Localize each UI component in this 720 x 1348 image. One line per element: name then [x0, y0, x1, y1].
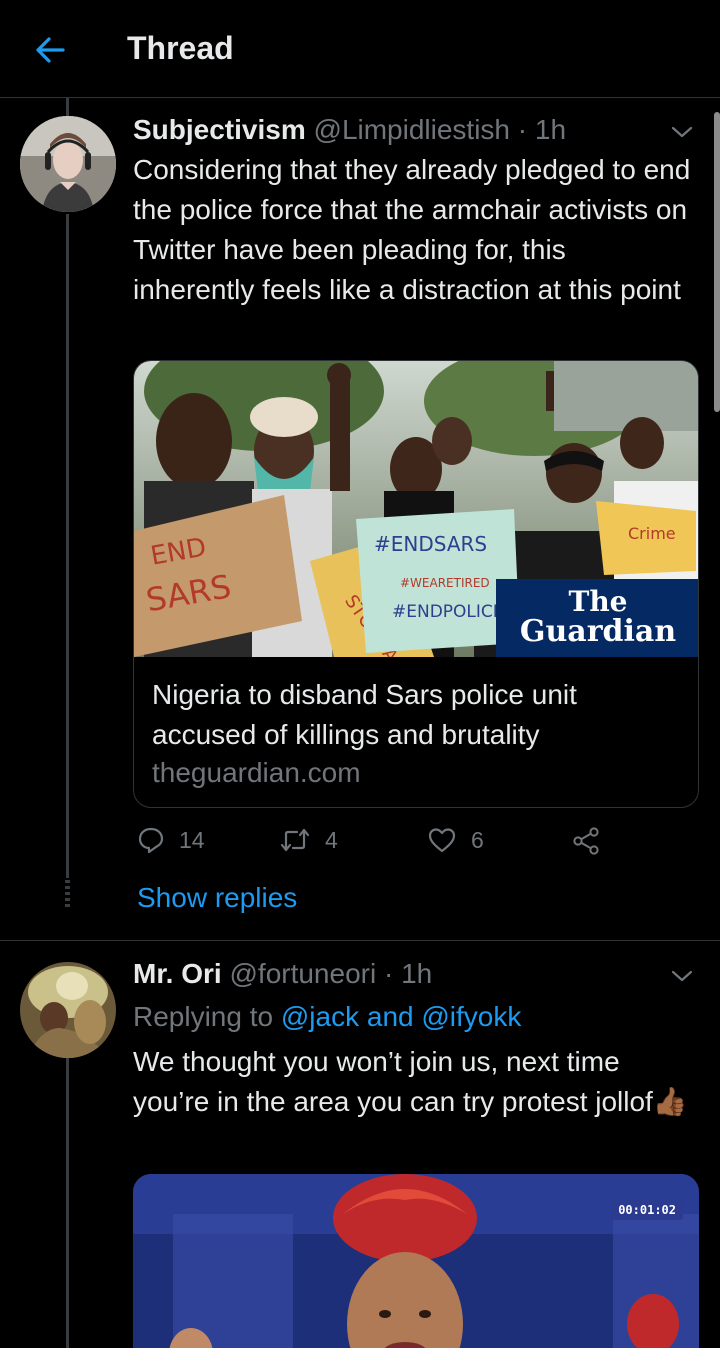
- share-icon: [573, 827, 599, 855]
- tweet-text: We thought you won’t join us, next time …: [133, 1046, 688, 1117]
- reply-icon: [138, 827, 164, 854]
- card-title[interactable]: Nigeria to disband Sars police unit accu…: [152, 675, 682, 755]
- svg-text:#ENDSARS: #ENDSARS: [374, 532, 487, 556]
- reply-count: 14: [179, 826, 205, 853]
- avatar-photo: [20, 116, 116, 212]
- thread-line: [66, 1058, 69, 1348]
- timestamp[interactable]: · 1h: [518, 114, 566, 145]
- video-media[interactable]: 00:01:02: [133, 1174, 699, 1348]
- back-button[interactable]: [28, 28, 72, 72]
- retweet-button[interactable]: 4: [279, 826, 338, 854]
- like-count: 6: [471, 826, 484, 853]
- avatar-photo: [20, 962, 116, 1058]
- card-domain[interactable]: theguardian.com: [152, 757, 361, 789]
- replying-to-users[interactable]: @jack and @ifyokk: [281, 1001, 522, 1032]
- page-title: Thread: [127, 30, 234, 66]
- user-handle[interactable]: @Limpidliestish: [314, 114, 511, 145]
- retweet-icon: [280, 828, 310, 852]
- top-bar: Thread: [0, 0, 720, 98]
- thread-dots: [65, 880, 70, 908]
- retweet-count: 4: [325, 826, 338, 853]
- guardian-logo: The Guardian: [496, 579, 698, 657]
- thread-line: [66, 214, 69, 878]
- thread-line: [66, 98, 69, 116]
- replying-to: Replying to @jack and @ifyokk: [133, 1001, 521, 1033]
- user-handle[interactable]: @fortuneori: [229, 958, 376, 989]
- timestamp[interactable]: · 1h: [384, 958, 432, 989]
- share-button[interactable]: [571, 826, 601, 856]
- svg-text:#WEARETIRED: #WEARETIRED: [400, 576, 490, 590]
- protest-sign: #ENDSARS #WEARETIRED #ENDPOLICE: [356, 509, 520, 653]
- tweet-actions: 14 4 6: [133, 826, 693, 866]
- avatar[interactable]: [20, 962, 116, 1058]
- avatar[interactable]: [20, 116, 116, 212]
- show-replies-link[interactable]: Show replies: [137, 882, 297, 914]
- divider: [0, 940, 720, 941]
- scrollbar[interactable]: [714, 112, 720, 412]
- display-name[interactable]: Subjectivism: [133, 114, 306, 145]
- svg-text:#ENDPOLICE: #ENDPOLICE: [392, 602, 504, 622]
- like-button[interactable]: 6: [427, 826, 484, 854]
- svg-text:Crime: Crime: [628, 524, 676, 543]
- tweet-text: Considering that they already pledged to…: [133, 154, 691, 305]
- arrow-left-icon: [36, 37, 65, 63]
- card-image: END SARS STOP SA #ENDSARS #WEARETIRED #E…: [134, 361, 698, 657]
- video-timecode: 00:01:02: [611, 1200, 683, 1220]
- replying-to-label: Replying to: [133, 1001, 281, 1032]
- svg-text:Guardian: Guardian: [520, 614, 676, 649]
- chevron-down-icon[interactable]: [668, 962, 696, 990]
- link-card[interactable]: END SARS STOP SA #ENDSARS #WEARETIRED #E…: [133, 360, 699, 808]
- display-name[interactable]: Mr. Ori: [133, 958, 222, 989]
- chevron-down-icon[interactable]: [668, 118, 696, 146]
- protest-sign: Crime: [596, 501, 696, 575]
- tweet-header: Subjectivism @Limpidliestish · 1h: [133, 114, 566, 146]
- reply-button[interactable]: 14: [137, 826, 205, 854]
- heart-icon: [428, 828, 456, 853]
- tweet-header: Mr. Ori @fortuneori · 1h: [133, 958, 432, 990]
